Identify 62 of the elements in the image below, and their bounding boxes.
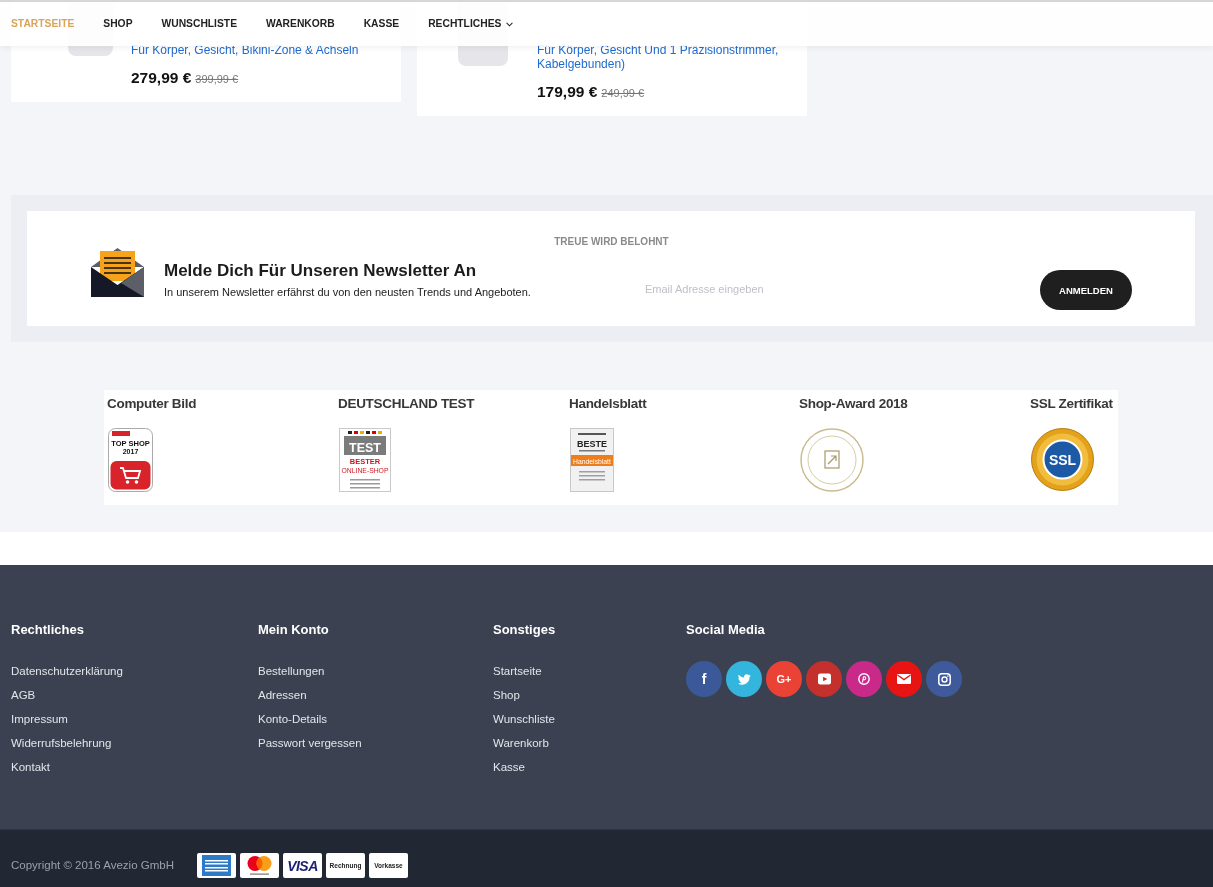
nav-link[interactable]: WUNSCHLISTE [161, 17, 237, 31]
footer-link[interactable]: Wunschliste [493, 707, 555, 731]
camera-icon [937, 672, 951, 686]
seal-text: SSL [1048, 451, 1077, 468]
nav-link[interactable]: KASSE [363, 17, 400, 31]
copyright-text: Copyright © 2016 Avezio GmbH [11, 858, 174, 873]
footer-link[interactable]: Kasse [493, 755, 525, 779]
logo-icon [112, 431, 130, 436]
nav-link[interactable]: RECHTLICHES [428, 17, 514, 31]
footer-heading: Mein Konto [258, 622, 330, 638]
twitter-link[interactable] [726, 661, 762, 697]
product-title-link[interactable]: Für Körper, Gesicht, Bikini-Zone & Achseln [131, 43, 393, 57]
nav-link[interactable]: SHOP [103, 17, 133, 31]
envelope-icon [897, 674, 911, 684]
footer-link[interactable]: Kontakt [11, 755, 50, 779]
subscribe-button[interactable]: ANMELDEN [1040, 270, 1132, 310]
award-title: DEUTSCHLAND TEST [338, 396, 475, 412]
old-price: 249,99 € [601, 86, 645, 100]
footer-link[interactable]: AGB [11, 683, 36, 707]
footer-link[interactable]: Warenkorb [493, 731, 549, 755]
old-price: 399,99 € [195, 72, 239, 86]
footer-link[interactable]: Passwort vergessen [258, 731, 362, 755]
seal-text: TEST [349, 441, 381, 455]
footer-link[interactable]: Konto-Details [258, 707, 328, 731]
pinterest-link[interactable] [846, 661, 882, 697]
newsletter-description: In unserem Newsletter erfährst du von den neusten Trends und Angeboten. [164, 285, 532, 299]
pinterest-icon [858, 673, 870, 685]
award-seal [800, 428, 864, 492]
footer-link[interactable]: Adressen [258, 683, 307, 707]
nav-link[interactable]: WARENKORB [266, 17, 335, 31]
footer-link[interactable]: Widerrufsbelehrung [11, 731, 112, 755]
award-title: SSL Zertifikat [1030, 396, 1113, 412]
facebook-link[interactable]: f [686, 661, 722, 697]
footer-link[interactable]: Datenschutzerklärung [11, 659, 123, 683]
seal-text: BESTE [577, 439, 607, 449]
footer-heading: Rechtliches [11, 622, 85, 638]
footer-link[interactable]: Impressum [11, 707, 68, 731]
price: 179,99 € [537, 82, 598, 102]
cart-icon [119, 467, 142, 484]
bird-icon [737, 673, 751, 685]
price: 279,99 € [131, 68, 192, 88]
newsletter-heading: Melde Dich Für Unseren Newsletter An [164, 261, 478, 281]
email-field[interactable]: Email Adresse eingeben [632, 269, 1030, 309]
payment-card-icon [196, 853, 236, 878]
email-link[interactable] [886, 661, 922, 697]
footer-link[interactable]: Shop [493, 683, 520, 707]
play-icon [817, 673, 831, 685]
instagram-link[interactable] [926, 661, 962, 697]
google-plus-link[interactable]: G+ [766, 661, 802, 697]
footer-heading: Sonstiges [493, 622, 557, 638]
payment-method: VISA [282, 853, 322, 878]
award-title: Computer Bild [107, 396, 197, 412]
envelope-icon [91, 247, 144, 297]
youtube-link[interactable] [806, 661, 842, 697]
award-title: Handelsblatt [569, 396, 647, 412]
footer-link[interactable]: Bestellungen [258, 659, 325, 683]
award-title: Shop-Award 2018 [799, 396, 908, 412]
mastercard-icon [239, 853, 279, 878]
newsletter-tagline: TREUE WIRD BELOHNT [553, 236, 670, 247]
footer-link[interactable]: Startseite [493, 659, 542, 683]
product-title-link[interactable]: Für Körper, Gesicht Und 1 Präzisionstrimmer, Kabelgebunden) [537, 43, 799, 71]
footer-heading: Social Media [686, 622, 766, 638]
